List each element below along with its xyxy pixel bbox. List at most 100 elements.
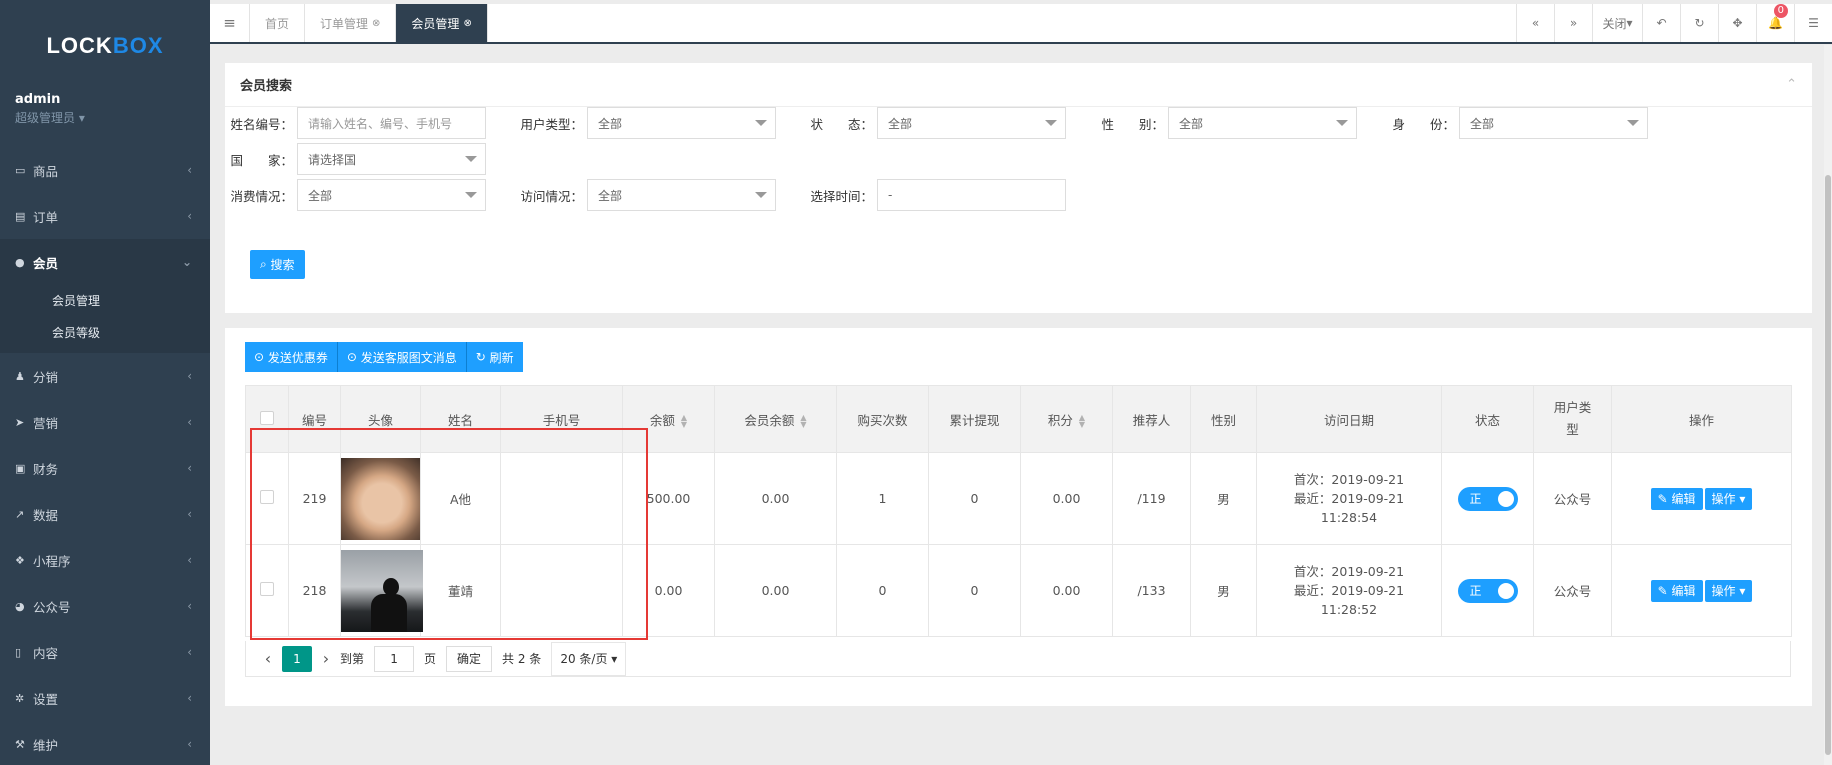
th-label: 积分: [1047, 412, 1073, 428]
field-label: 身 份：: [1392, 116, 1455, 132]
refresh-icon[interactable]: ↻: [1680, 4, 1718, 42]
row-checkbox-cell[interactable]: [245, 544, 289, 637]
search-button[interactable]: ⌕ 搜索: [250, 250, 305, 279]
sort-icon[interactable]: ▲ ▼: [800, 414, 806, 429]
user-role-dropdown[interactable]: 超级管理员 ▾: [15, 109, 195, 126]
last-visit: 最近：2019-09-21: [1293, 491, 1405, 506]
goto-page-input[interactable]: 1: [374, 645, 415, 672]
form-row-2: 国 家： 请选择国: [225, 143, 486, 175]
sidebar-item-finance[interactable]: ▣ 财务 ‹: [0, 445, 210, 491]
tab-home[interactable]: 首页: [250, 4, 306, 42]
member-table: 编号 头像 姓名 手机号 余额 ▲ ▼ 会员余额 ▲ ▼ 购买次数 累计提现 积分 ▲ ▼ …: [245, 385, 1792, 637]
refresh-button[interactable]: ↻ 刷新: [466, 342, 523, 372]
caret-down-icon: [1045, 120, 1057, 126]
operations-dropdown[interactable]: 操作 ▾: [1704, 487, 1753, 510]
wechat-icon: ◕: [15, 599, 25, 613]
scrollbar-thumb[interactable]: [1825, 175, 1831, 755]
select-value: 全部: [1179, 116, 1204, 131]
cell-status: 正: [1441, 544, 1534, 637]
field-label: 消费情况：: [230, 188, 293, 204]
sidebar-item-marketing[interactable]: ➤ 营销 ‹: [0, 399, 210, 445]
submenu-member-level[interactable]: 会员等级: [0, 317, 210, 349]
th-member-balance[interactable]: 会员余额 ▲ ▼: [714, 385, 837, 453]
sidebar-item-official-account[interactable]: ◕ 公众号 ‹: [0, 583, 210, 629]
page-size-select[interactable]: 20 条/页 ▾: [551, 641, 627, 676]
menu-toggle-icon[interactable]: ≡: [210, 4, 250, 42]
tab-label: 会员管理: [411, 16, 460, 31]
identity-select[interactable]: 全部: [1459, 107, 1648, 139]
status-toggle[interactable]: 正: [1457, 578, 1518, 603]
sidebar-item-orders[interactable]: ▤ 订单 ‹: [0, 193, 210, 239]
gender-select[interactable]: 全部: [1168, 107, 1357, 139]
checkbox[interactable]: [260, 582, 274, 596]
name-search-input[interactable]: 请输入姓名、编号、手机号: [297, 107, 486, 139]
close-tabs-dropdown[interactable]: 关闭 ▾: [1592, 4, 1642, 42]
sidebar-item-goods[interactable]: ▭ 商品 ‹: [0, 147, 210, 193]
fullscreen-icon[interactable]: ✥: [1718, 4, 1756, 42]
edit-label: 编辑: [1671, 491, 1696, 506]
th-points[interactable]: 积分 ▲ ▼: [1020, 385, 1113, 453]
cell-user-type: 公众号: [1533, 452, 1612, 545]
goto-confirm-button[interactable]: 确定: [446, 645, 493, 672]
edit-button[interactable]: ✎ 编辑: [1650, 579, 1703, 602]
current-page[interactable]: 1: [282, 645, 312, 672]
status-toggle[interactable]: 正: [1457, 486, 1518, 511]
status-select[interactable]: 全部: [877, 107, 1066, 139]
operations-dropdown[interactable]: 操作 ▾: [1704, 579, 1753, 602]
undo-icon[interactable]: ↶: [1642, 4, 1680, 42]
scrollbar[interactable]: [1824, 45, 1832, 765]
backward-icon[interactable]: «: [1516, 4, 1554, 42]
visit-select[interactable]: 全部: [587, 179, 776, 211]
caret-down-icon: [755, 120, 767, 126]
submenu-member-management[interactable]: 会员管理: [0, 285, 210, 317]
th-balance[interactable]: 余额 ▲ ▼: [622, 385, 715, 453]
chevron-up-icon[interactable]: ⌃: [1786, 77, 1797, 92]
close-tab-icon[interactable]: ⊗: [372, 18, 380, 29]
th-label: 余额: [649, 412, 675, 428]
select-value: 全部: [888, 116, 913, 131]
cell-actions: ✎ 编辑 操作 ▾: [1611, 544, 1792, 637]
cell-id: 218: [288, 544, 341, 637]
member-list-panel: ⊙ 发送优惠券 ⊙ 发送客服图文消息 ↻ 刷新 编号 头像 姓名 手机号 余额 ▲…: [225, 328, 1812, 706]
forward-icon[interactable]: »: [1554, 4, 1592, 42]
panel-title: 会员搜索: [240, 79, 293, 94]
consumption-select[interactable]: 全部: [297, 179, 486, 211]
sidebar-item-settings[interactable]: ✲ 设置 ‹: [0, 675, 210, 721]
checkbox[interactable]: [260, 490, 274, 504]
prev-page-icon[interactable]: ‹: [254, 649, 282, 668]
sidebar-item-miniprogram[interactable]: ❖ 小程序 ‹: [0, 537, 210, 583]
row-checkbox-cell[interactable]: [245, 452, 289, 545]
cell-actions: ✎ 编辑 操作 ▾: [1611, 452, 1792, 545]
panel-header: 会员搜索 ⌃: [225, 63, 1812, 107]
next-page-icon[interactable]: ›: [312, 649, 340, 668]
tab-member-management[interactable]: 会员管理 ⊗: [396, 4, 488, 42]
th-referrer: 推荐人: [1112, 385, 1191, 453]
checkbox[interactable]: [260, 410, 274, 425]
sidebar-item-members[interactable]: ● 会员 ⌄: [0, 239, 210, 285]
tab-order-management[interactable]: 订单管理 ⊗: [305, 4, 397, 42]
country-select[interactable]: 请选择国: [297, 143, 486, 175]
date-range-input[interactable]: -: [877, 179, 1066, 211]
user-profile[interactable]: admin 超级管理员 ▾: [0, 92, 210, 137]
wrench-icon: ⚒: [15, 737, 25, 751]
sidebar-item-maintenance[interactable]: ⚒ 维护 ‹: [0, 721, 210, 765]
user-type-select[interactable]: 全部: [587, 107, 776, 139]
send-message-button[interactable]: ⊙ 发送客服图文消息: [337, 342, 467, 372]
bell-icon[interactable]: 🔔 0: [1756, 4, 1794, 42]
send-coupon-button[interactable]: ⊙ 发送优惠券: [245, 342, 338, 372]
chevron-left-icon: ‹: [187, 599, 192, 613]
sidebar-item-data[interactable]: ↗ 数据 ‹: [0, 491, 210, 537]
caret-down-icon: [465, 156, 477, 162]
close-tab-icon[interactable]: ⊗: [463, 18, 471, 29]
sidebar-item-content[interactable]: ▯ 内容 ‹: [0, 629, 210, 675]
sidebar-item-label: 会员: [33, 255, 59, 271]
sort-icon[interactable]: ▲ ▼: [681, 414, 687, 429]
edit-button[interactable]: ✎ 编辑: [1650, 487, 1703, 510]
field-label: 用户类型：: [520, 116, 583, 132]
sort-icon[interactable]: ▲ ▼: [1079, 414, 1085, 429]
cell-referrer: /133: [1112, 544, 1191, 637]
sidebar-item-distribution[interactable]: ♟ 分销 ‹: [0, 353, 210, 399]
select-all-checkbox[interactable]: [245, 385, 289, 453]
list-menu-icon[interactable]: ☰: [1794, 4, 1832, 42]
sidebar-item-label: 分销: [33, 369, 59, 385]
